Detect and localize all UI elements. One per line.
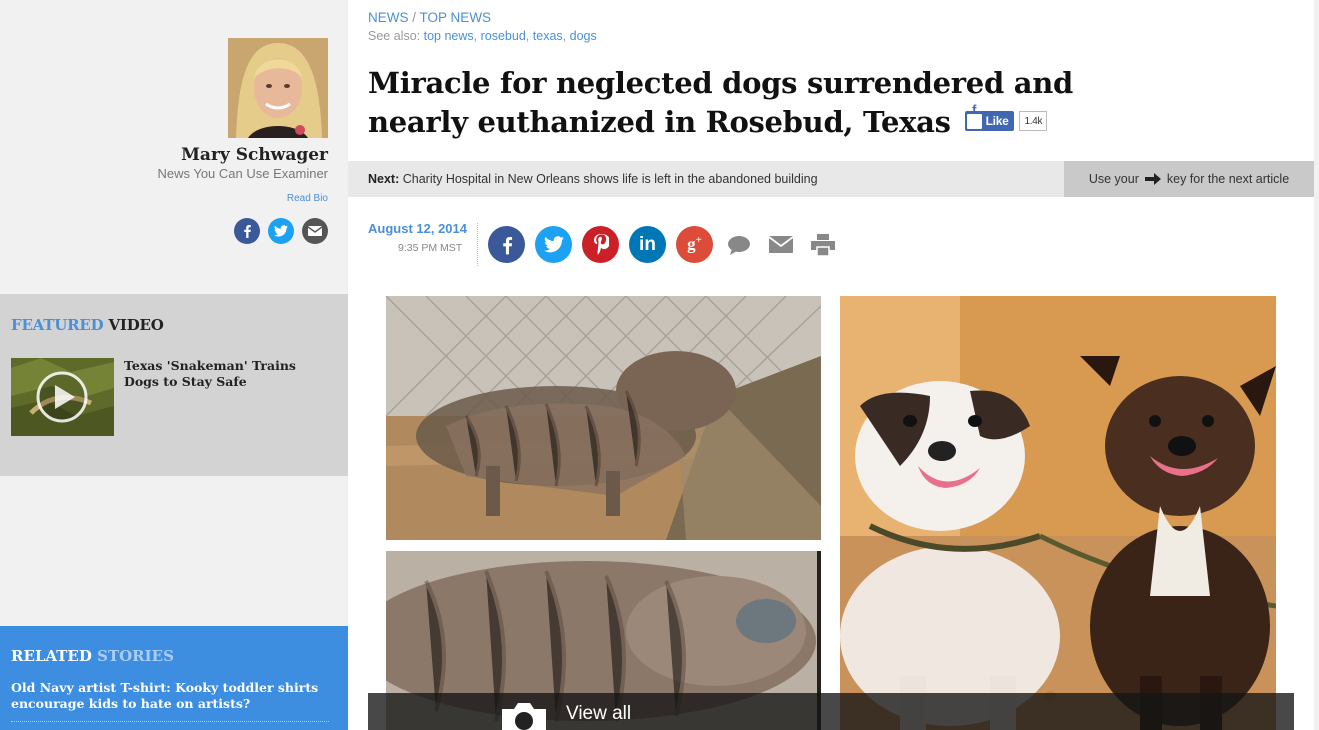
related-stories-heading: RELATED STORIES bbox=[11, 647, 174, 665]
sidebar: Mary Schwager News You Can Use Examiner … bbox=[0, 0, 348, 730]
author-social-links bbox=[234, 218, 328, 244]
see-also-label: See also: bbox=[368, 29, 421, 43]
twitter-icon[interactable] bbox=[268, 218, 294, 244]
see-also-link-dogs[interactable]: dogs bbox=[570, 29, 597, 43]
read-bio-link[interactable]: Read Bio bbox=[287, 193, 328, 204]
print-icon[interactable] bbox=[807, 226, 839, 263]
see-also-link-texas[interactable]: texas bbox=[533, 29, 563, 43]
key-hint-before: Use your bbox=[1088, 172, 1139, 186]
article-time: 9:35 PM MST bbox=[398, 242, 463, 254]
breadcrumb-separator: / bbox=[412, 10, 417, 25]
email-icon[interactable] bbox=[765, 226, 797, 263]
featured-video-thumbnail[interactable] bbox=[11, 358, 114, 436]
camera-icon bbox=[502, 703, 546, 730]
google-plus-icon[interactable]: g+ bbox=[676, 226, 713, 263]
related-story-link[interactable]: Old Navy artist T-shirt: Kooky toddler s… bbox=[11, 680, 329, 722]
next-article-link[interactable]: Next: Charity Hospital in New Orleans sh… bbox=[368, 172, 818, 186]
breadcrumb-news[interactable]: NEWS bbox=[368, 10, 409, 25]
author-avatar[interactable] bbox=[228, 38, 328, 138]
article-date: August 12, 2014 bbox=[368, 221, 467, 236]
breadcrumb-top-news[interactable]: TOP NEWS bbox=[420, 10, 492, 25]
gallery-photo-two-dogs[interactable] bbox=[840, 296, 1276, 730]
linkedin-icon[interactable]: in bbox=[629, 226, 666, 263]
twitter-icon[interactable] bbox=[535, 226, 572, 263]
author-name[interactable]: Mary Schwager bbox=[181, 145, 328, 165]
facebook-like-widget[interactable]: f Like 1.4k bbox=[964, 102, 1048, 131]
featured-video-title[interactable]: Texas 'Snakeman' Trains Dogs to Stay Saf… bbox=[124, 358, 334, 390]
facebook-icon[interactable] bbox=[488, 226, 525, 263]
featured-video-panel: FEATURED VIDEO Texas 'Snakeman' Trains D… bbox=[0, 294, 348, 476]
comment-icon[interactable] bbox=[723, 226, 755, 263]
next-label: Next: bbox=[368, 172, 400, 186]
facebook-like-button[interactable]: f Like bbox=[964, 102, 1015, 131]
email-icon[interactable] bbox=[302, 218, 328, 244]
article-main: NEWS / TOP NEWS See also: top news, rose… bbox=[348, 0, 1314, 730]
keyboard-hint: Use your key for the next article bbox=[1064, 161, 1314, 197]
facebook-icon[interactable] bbox=[234, 218, 260, 244]
facebook-like-label: Like bbox=[985, 113, 1009, 128]
related-stories-panel: RELATED STORIES Old Navy artist T-shirt:… bbox=[0, 626, 348, 730]
facebook-icon: f bbox=[966, 102, 982, 129]
breadcrumb: NEWS / TOP NEWS bbox=[368, 10, 491, 25]
featured-video-heading: FEATURED VIDEO bbox=[11, 316, 164, 334]
date-divider bbox=[477, 223, 478, 266]
next-article-title[interactable]: Charity Hospital in New Orleans shows li… bbox=[403, 172, 818, 186]
see-also: See also: top news, rosebud, texas, dogs bbox=[368, 29, 597, 43]
facebook-like-count: 1.4k bbox=[1019, 111, 1048, 131]
photo-gallery[interactable]: View all bbox=[368, 286, 1294, 730]
see-also-link-top-news[interactable]: top news bbox=[424, 29, 474, 43]
view-all-label[interactable]: View all bbox=[566, 703, 631, 725]
author-box: Mary Schwager News You Can Use Examiner … bbox=[0, 0, 348, 294]
next-article-bar: Next: Charity Hospital in New Orleans sh… bbox=[348, 161, 1314, 197]
pinterest-icon[interactable] bbox=[582, 226, 619, 263]
see-also-link-rosebud[interactable]: rosebud bbox=[481, 29, 526, 43]
view-all-bar[interactable]: View all bbox=[368, 693, 1294, 730]
article-headline: Miracle for neglected dogs surrendered a… bbox=[368, 64, 1168, 142]
gallery-photo-dog-in-kennel[interactable] bbox=[386, 296, 821, 540]
author-title: News You Can Use Examiner bbox=[157, 166, 328, 181]
right-arrow-key-icon bbox=[1144, 173, 1161, 185]
key-hint-after: key for the next article bbox=[1166, 172, 1290, 186]
share-toolbar: in g+ bbox=[488, 226, 839, 263]
